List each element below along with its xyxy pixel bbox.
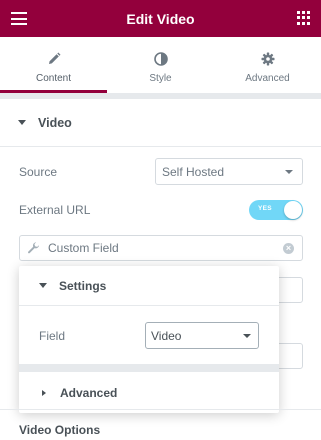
- caret-down-icon: [39, 283, 47, 288]
- source-row: Source Self Hosted: [19, 158, 303, 185]
- advanced-title: Advanced: [60, 385, 118, 400]
- chevron-down-icon: [243, 333, 251, 338]
- popover-divider: [19, 364, 279, 372]
- tab-style-label: Style: [149, 73, 172, 84]
- hamburger-icon[interactable]: [11, 12, 27, 25]
- tab-style[interactable]: Style: [107, 37, 214, 93]
- chevron-down-icon: [285, 169, 293, 174]
- tab-advanced[interactable]: Advanced: [214, 37, 321, 93]
- dynamic-tag-value: Custom Field: [48, 241, 119, 255]
- tab-advanced-label: Advanced: [245, 73, 290, 84]
- field-value: Video: [151, 328, 182, 343]
- tab-content[interactable]: Content: [0, 37, 107, 93]
- dynamic-settings-popover: Settings Field Video Advanced: [19, 266, 279, 413]
- dynamic-tag-field[interactable]: Custom Field ×: [19, 235, 303, 261]
- source-label: Source: [19, 164, 58, 179]
- toggle-text: YES: [258, 205, 272, 212]
- wrench-icon: [27, 241, 40, 255]
- caret-right-icon: [42, 389, 46, 396]
- panel-tabs: Content Style Advanced: [0, 37, 321, 93]
- external-url-row: External URL YES: [19, 200, 303, 220]
- caret-down-icon: [18, 120, 26, 125]
- panel-title: Edit Video: [126, 10, 195, 27]
- clear-icon[interactable]: ×: [283, 243, 294, 254]
- external-url-label: External URL: [19, 203, 91, 217]
- toggle-knob: [284, 201, 302, 219]
- tab-content-label: Content: [35, 73, 72, 84]
- external-url-toggle[interactable]: YES: [249, 200, 303, 220]
- gear-icon: [261, 50, 275, 68]
- contrast-icon: [153, 50, 168, 68]
- source-select[interactable]: Self Hosted: [155, 158, 303, 185]
- field-select[interactable]: Video: [145, 322, 259, 349]
- advanced-header[interactable]: Advanced: [19, 372, 279, 413]
- pencil-icon: [47, 50, 61, 68]
- settings-title: Settings: [59, 278, 107, 293]
- section-title: Video: [38, 115, 72, 130]
- video-options-title[interactable]: Video Options: [19, 423, 100, 437]
- section-video-header[interactable]: Video: [0, 99, 321, 147]
- settings-header[interactable]: Settings: [19, 266, 279, 306]
- field-label: Field: [39, 328, 66, 343]
- panel-header: Edit Video: [0, 0, 321, 37]
- grid-icon[interactable]: [297, 11, 311, 25]
- source-value: Self Hosted: [162, 164, 225, 179]
- field-row: Field Video: [39, 322, 259, 349]
- section-divider: [0, 409, 321, 410]
